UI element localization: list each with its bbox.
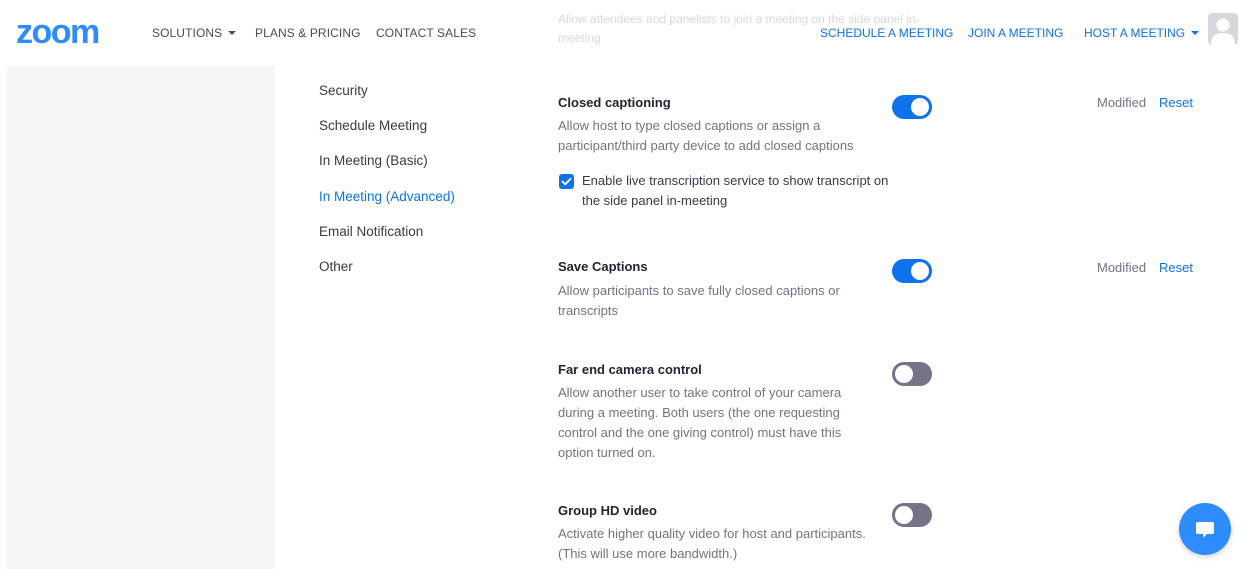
- menu-item-in-meeting-basic[interactable]: In Meeting (Basic): [319, 153, 428, 168]
- chat-button[interactable]: [1179, 503, 1231, 555]
- menu-item-security[interactable]: Security: [319, 83, 368, 98]
- toggle-knob: [911, 98, 929, 116]
- nav-host-meeting[interactable]: HOST A MEETING: [1084, 26, 1200, 40]
- caret-down-icon: [1191, 30, 1200, 35]
- zoom-settings-page: Allow attendees and panelists to join a …: [0, 0, 1253, 569]
- reset-link-closed-captioning[interactable]: Reset: [1159, 95, 1193, 110]
- nav-solutions-label: SOLUTIONS: [152, 26, 223, 40]
- reset-link-save-captions[interactable]: Reset: [1159, 260, 1193, 275]
- setting-title-group-hd-video: Group HD video: [558, 503, 657, 518]
- nav-plans-pricing[interactable]: PLANS & PRICING: [255, 26, 361, 40]
- top-navbar: Allow attendees and panelists to join a …: [0, 0, 1253, 66]
- setting-desc-closed-captioning: Allow host to type closed captions or as…: [558, 118, 854, 153]
- live-transcription-label[interactable]: Enable live transcription service to sho…: [582, 171, 902, 211]
- toggle-save-captions[interactable]: [892, 259, 932, 283]
- toggle-knob: [911, 262, 929, 280]
- logo-wordmark: zoom: [16, 17, 99, 47]
- menu-item-schedule-meeting[interactable]: Schedule Meeting: [319, 118, 427, 133]
- nav-contact-sales[interactable]: CONTACT SALES: [376, 26, 476, 40]
- toggle-group-hd-video[interactable]: [892, 503, 932, 527]
- menu-item-other[interactable]: Other: [319, 259, 353, 274]
- modified-label: Modified: [1097, 260, 1147, 275]
- nav-join-meeting[interactable]: JOIN A MEETING: [968, 26, 1063, 40]
- chat-bubble-icon: [1196, 522, 1214, 538]
- zoom-logo[interactable]: zoom: [16, 17, 122, 47]
- setting-desc-group-hd-video: Activate higher quality video for host a…: [558, 526, 866, 561]
- toggle-far-end-camera-control[interactable]: [892, 362, 932, 386]
- toggle-knob: [895, 365, 913, 383]
- user-avatar-icon[interactable]: [1208, 13, 1238, 45]
- nav-solutions[interactable]: SOLUTIONS: [152, 26, 237, 40]
- nav-schedule-meeting[interactable]: SCHEDULE A MEETING: [820, 26, 953, 40]
- menu-item-in-meeting-advanced[interactable]: In Meeting (Advanced): [319, 189, 455, 204]
- setting-title-save-captions: Save Captions: [558, 259, 648, 274]
- modified-label: Modified: [1097, 95, 1147, 110]
- menu-item-email-notification[interactable]: Email Notification: [319, 224, 423, 239]
- avatar-silhouette: [1211, 18, 1235, 45]
- setting-title-far-end-camera-control: Far end camera control: [558, 362, 702, 377]
- setting-desc-far-end-camera-control: Allow another user to take control of yo…: [558, 385, 842, 460]
- nav-host-meeting-label: HOST A MEETING: [1084, 26, 1186, 40]
- caret-down-icon: [228, 30, 237, 35]
- toggle-closed-captioning[interactable]: [892, 95, 932, 119]
- sidebar-background: [7, 66, 275, 569]
- page-left-edge: [0, 0, 7, 569]
- checkbox-live-transcription[interactable]: [559, 174, 574, 189]
- setting-desc-save-captions: Allow participants to save fully closed …: [558, 283, 840, 318]
- checkmark-icon: [561, 177, 572, 186]
- setting-title-closed-captioning: Closed captioning: [558, 95, 671, 110]
- toggle-knob: [895, 506, 913, 524]
